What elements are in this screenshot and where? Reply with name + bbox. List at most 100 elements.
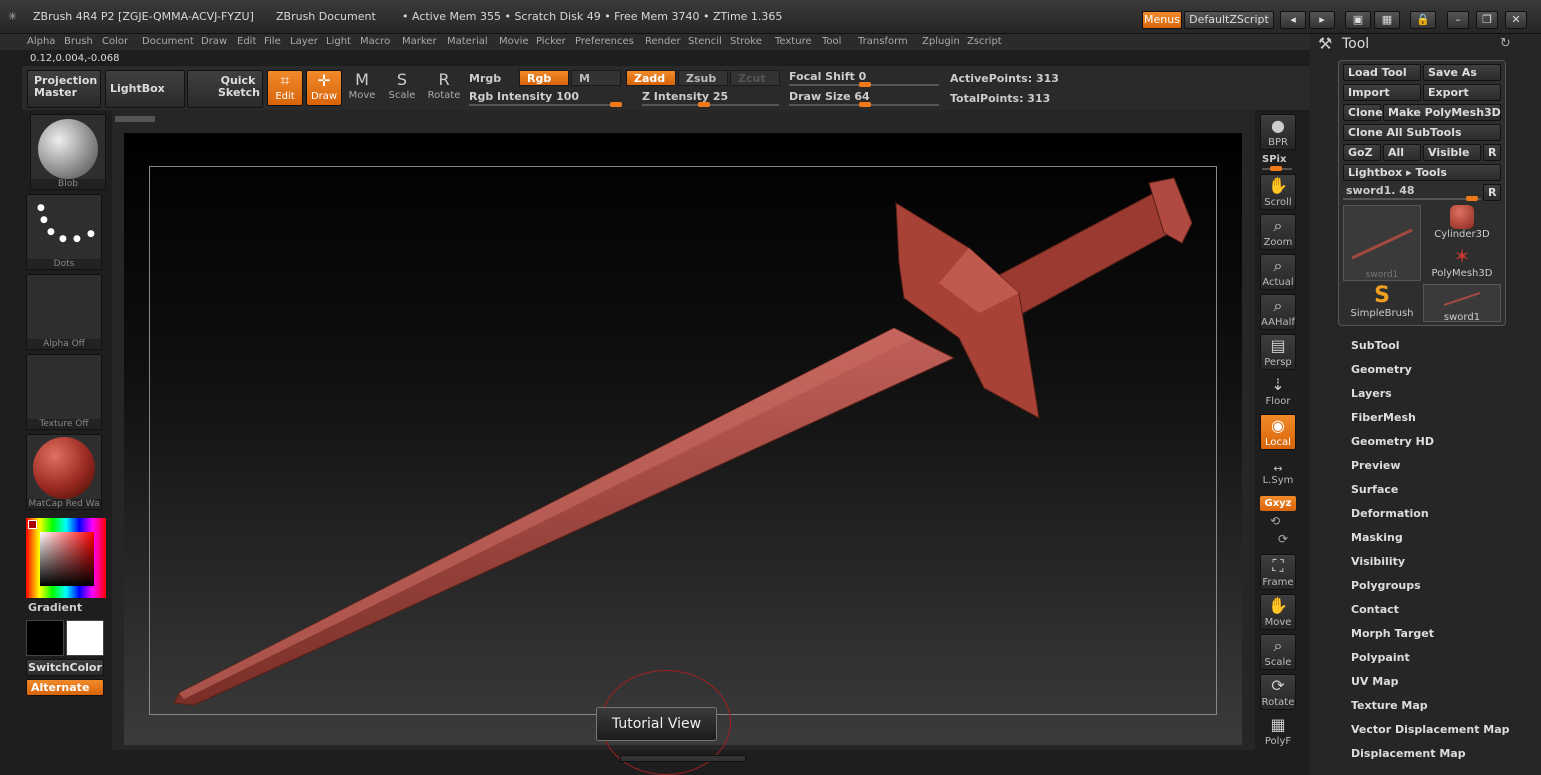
menu-render[interactable]: Render (645, 34, 681, 50)
lock-icon[interactable]: 🔒 (1410, 11, 1436, 29)
make-polymesh-button[interactable]: Make PolyMesh3D (1383, 104, 1501, 121)
minimize-icon[interactable]: – (1447, 11, 1469, 29)
rotate-view-button[interactable]: ⟳ Rotate (1260, 674, 1296, 710)
projection-master-button[interactable]: Projection Master (27, 70, 101, 108)
polymesh3d-thumbnail[interactable]: ✶ PolyMesh3D (1423, 244, 1501, 280)
alternate-button[interactable]: Alternate (26, 679, 104, 696)
clone-button[interactable]: Clone (1343, 104, 1383, 121)
section-masking[interactable]: Masking (1351, 531, 1403, 544)
switch-color-button[interactable]: SwitchColor (26, 659, 104, 676)
tool-palette-title[interactable]: Tool (1342, 36, 1369, 52)
section-vector-displacement-map[interactable]: Vector Displacement Map (1351, 723, 1510, 736)
current-tool-knob[interactable] (1466, 196, 1478, 201)
goz-visible-button[interactable]: Visible (1423, 144, 1481, 161)
material-slot[interactable]: MatCap Red Wa (26, 434, 102, 510)
maximize-icon[interactable]: ❐ (1476, 11, 1498, 29)
menu-texture[interactable]: Texture (775, 34, 812, 50)
export-button[interactable]: Export (1423, 84, 1501, 101)
load-tool-button[interactable]: Load Tool (1343, 64, 1421, 81)
draw-size-knob[interactable] (859, 102, 871, 107)
default-zscript-button[interactable]: DefaultZScript (1184, 11, 1274, 29)
focal-shift-slider[interactable] (789, 82, 939, 87)
simplebrush-thumbnail[interactable]: S SimpleBrush (1343, 284, 1421, 322)
menu-zscript[interactable]: Zscript (967, 34, 1002, 50)
menu-picker[interactable]: Picker (536, 34, 566, 50)
hide-right-icon[interactable]: ▸ (1309, 11, 1335, 29)
m-toggle[interactable]: M (571, 70, 621, 86)
section-layers[interactable]: Layers (1351, 387, 1392, 400)
close-icon[interactable]: ✕ (1505, 11, 1527, 29)
menu-document[interactable]: Document (142, 34, 194, 50)
menu-alpha[interactable]: Alpha (27, 34, 55, 50)
texture-slot[interactable]: Texture Off (26, 354, 102, 430)
current-tool-slider[interactable] (1343, 196, 1481, 201)
rgb-intensity-knob[interactable] (610, 102, 622, 107)
menu-transform[interactable]: Transform (858, 34, 908, 50)
frame-button[interactable]: ⛶ Frame (1260, 554, 1296, 590)
scroll-button[interactable]: ✋ Scroll (1260, 174, 1296, 210)
draw-size-slider[interactable] (789, 102, 939, 107)
spix-knob[interactable] (1270, 166, 1282, 171)
sword1-small-thumbnail[interactable]: sword1 (1423, 284, 1501, 323)
menu-color[interactable]: Color (102, 34, 128, 50)
zcut-toggle[interactable]: Zcut (730, 70, 780, 86)
ui-icon[interactable]: ▦ (1374, 11, 1400, 29)
z-intensity-knob[interactable] (698, 102, 710, 107)
menu-stroke[interactable]: Stroke (730, 34, 762, 50)
section-visibility[interactable]: Visibility (1351, 555, 1405, 568)
quick-sketch-button[interactable]: Quick Sketch (187, 70, 263, 108)
menu-edit[interactable]: Edit (237, 34, 256, 50)
section-polypaint[interactable]: Polypaint (1351, 651, 1410, 664)
zoom-button[interactable]: ⌕ Zoom (1260, 214, 1296, 250)
section-morph-target[interactable]: Morph Target (1351, 627, 1434, 640)
tool-r-button[interactable]: R (1483, 184, 1501, 201)
rotate-z-icon[interactable]: ⟳ (1278, 532, 1288, 546)
hide-left-icon[interactable]: ◂ (1280, 11, 1306, 29)
bottom-shelf-handle[interactable] (620, 755, 746, 762)
rotate-button[interactable]: R Rotate (426, 70, 462, 106)
goz-all-button[interactable]: All (1383, 144, 1421, 161)
menu-preferences[interactable]: Preferences (575, 34, 634, 50)
z-intensity-slider[interactable] (642, 102, 779, 107)
color-saturation-box[interactable] (40, 532, 94, 586)
layout-icon[interactable]: ▣ (1345, 11, 1371, 29)
sword1-thumbnail[interactable]: sword1 (1343, 205, 1421, 281)
clone-all-subtools-button[interactable]: Clone All SubTools (1343, 124, 1501, 141)
menu-zplugin[interactable]: Zplugin (922, 34, 960, 50)
edit-button[interactable]: ⌗ Edit (267, 70, 303, 106)
section-fibermesh[interactable]: FiberMesh (1351, 411, 1416, 424)
section-preview[interactable]: Preview (1351, 459, 1401, 472)
scale-button[interactable]: S Scale (384, 70, 420, 106)
alpha-slot[interactable]: Alpha Off (26, 274, 102, 350)
local-button[interactable]: ◉ Local (1260, 414, 1296, 450)
rgb-toggle[interactable]: Rgb (519, 70, 569, 86)
section-uv-map[interactable]: UV Map (1351, 675, 1399, 688)
zsub-toggle[interactable]: Zsub (678, 70, 728, 86)
section-polygroups[interactable]: Polygroups (1351, 579, 1421, 592)
refresh-icon[interactable]: ↻ (1500, 36, 1511, 51)
section-displacement-map[interactable]: Displacement Map (1351, 747, 1466, 760)
import-button[interactable]: Import (1343, 84, 1421, 101)
lightbox-tools-button[interactable]: Lightbox ▸ Tools (1343, 164, 1501, 181)
mrgb-toggle[interactable]: Mrgb (469, 72, 501, 85)
section-surface[interactable]: Surface (1351, 483, 1398, 496)
scale-view-button[interactable]: ⌕ Scale (1260, 634, 1296, 670)
secondary-color-swatch[interactable] (66, 620, 104, 656)
menu-material[interactable]: Material (447, 34, 488, 50)
gradient-toggle[interactable]: Gradient (28, 601, 82, 614)
rotate-y-icon[interactable]: ⟲ (1270, 514, 1280, 528)
persp-button[interactable]: ▤ Persp (1260, 334, 1296, 370)
floor-button[interactable]: ⇣ Floor (1260, 374, 1296, 410)
menu-stencil[interactable]: Stencil (688, 34, 722, 50)
color-picker[interactable] (26, 518, 106, 598)
section-geometry[interactable]: Geometry (1351, 363, 1412, 376)
goz-r-button[interactable]: R (1483, 144, 1501, 161)
menu-layer[interactable]: Layer (290, 34, 318, 50)
focal-shift-knob[interactable] (859, 82, 871, 87)
menu-macro[interactable]: Macro (360, 34, 390, 50)
menu-light[interactable]: Light (326, 34, 351, 50)
brush-slot[interactable]: Blob (30, 114, 106, 190)
lightbox-button[interactable]: LightBox (105, 70, 185, 108)
section-subtool[interactable]: SubTool (1351, 339, 1400, 352)
section-contact[interactable]: Contact (1351, 603, 1399, 616)
